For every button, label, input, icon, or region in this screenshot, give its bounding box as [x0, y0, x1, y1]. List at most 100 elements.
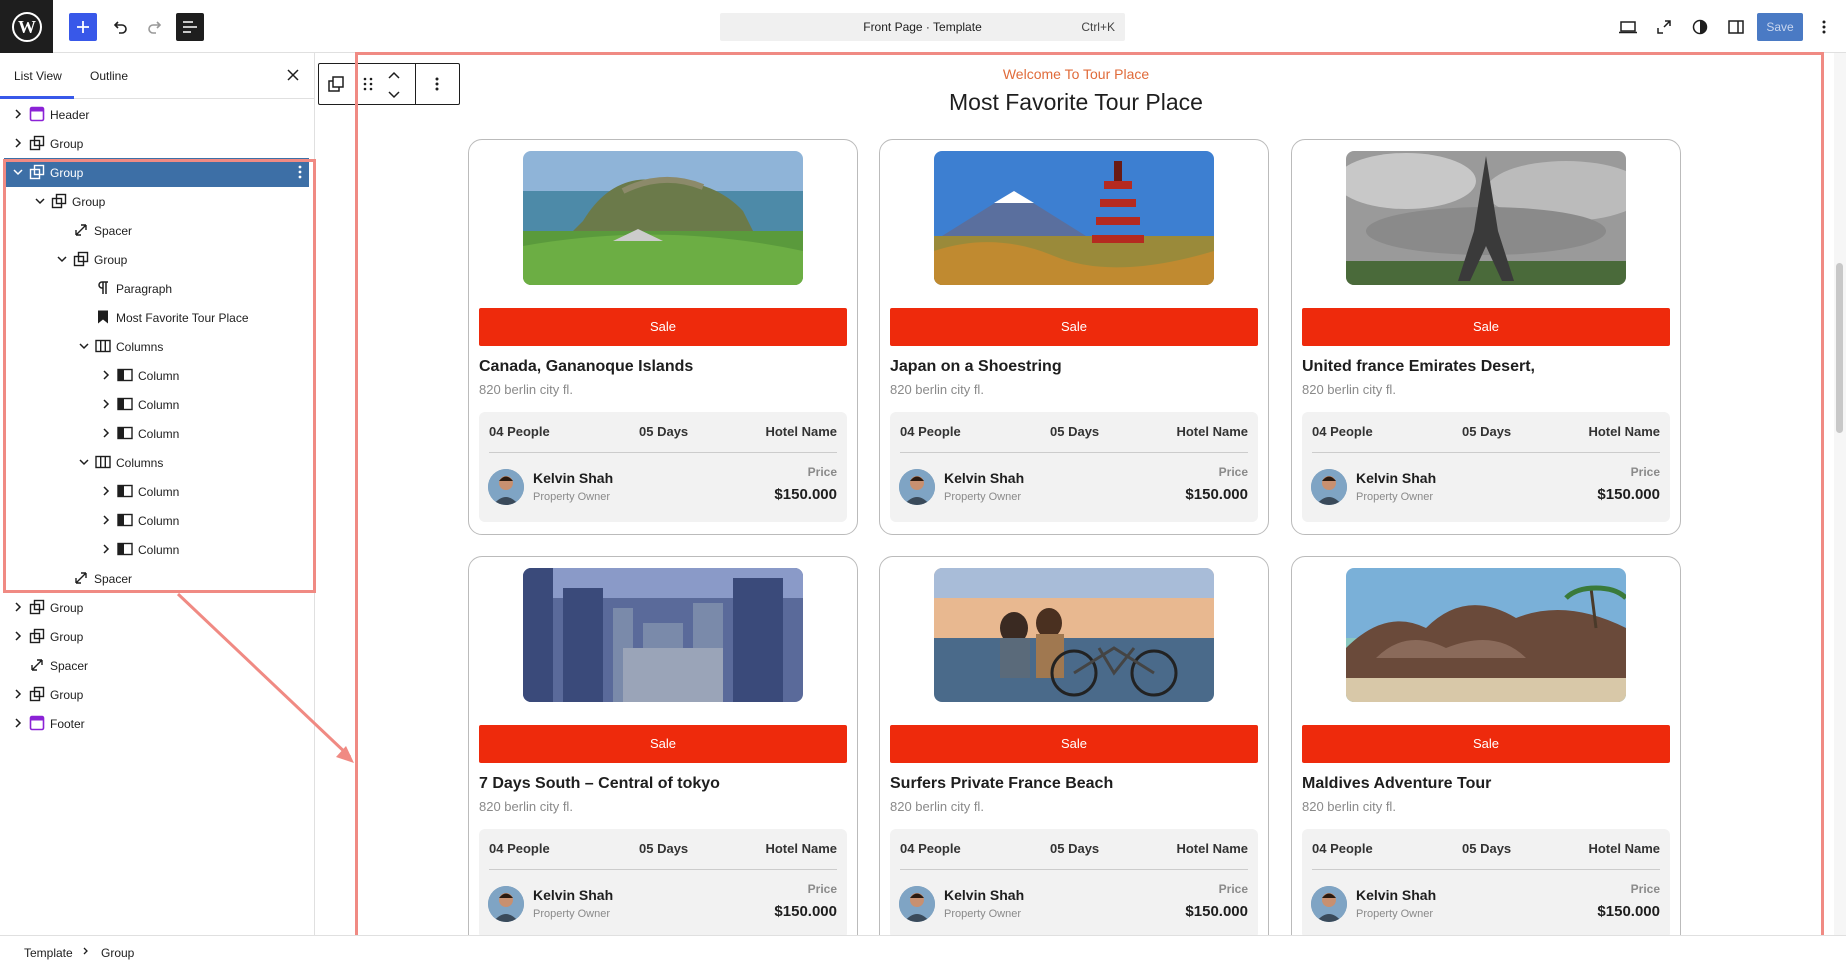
sidebar-item-spacer[interactable]: Spacer	[0, 564, 315, 593]
chevron-down-icon[interactable]	[56, 253, 68, 265]
tour-card[interactable]: Sale Japan on a Shoestring 820 berlin ci…	[879, 139, 1269, 535]
chevron-right-icon[interactable]	[12, 137, 24, 149]
chevron-right-icon[interactable]	[12, 601, 24, 613]
sidebar-item-label: Most Favorite Tour Place	[116, 311, 249, 325]
tour-image[interactable]	[934, 151, 1214, 285]
view-page-button[interactable]	[1651, 14, 1677, 40]
sidebar-item-spacer[interactable]: Spacer	[0, 216, 315, 245]
sidebar-item-label: Group	[50, 601, 84, 615]
sidebar-item-column[interactable]: Column	[0, 361, 315, 390]
more-vertical-icon[interactable]	[298, 165, 302, 179]
sale-button[interactable]: Sale	[1302, 725, 1670, 763]
tour-name[interactable]: Surfers Private France Beach	[890, 775, 1113, 793]
document-overview-button[interactable]	[176, 13, 204, 41]
tour-card[interactable]: Sale Surfers Private France Beach 820 be…	[879, 556, 1269, 952]
add-block-button[interactable]	[69, 13, 97, 41]
sidebar-item-column[interactable]: Column	[0, 506, 315, 535]
tour-info-box: 04 People 05 Days Hotel Name Kelvin Shah…	[1302, 412, 1670, 522]
styles-button[interactable]	[1687, 14, 1713, 40]
tour-image[interactable]	[523, 568, 803, 702]
sidebar-item-column[interactable]: Column	[0, 390, 315, 419]
sale-button[interactable]: Sale	[890, 308, 1258, 346]
block-options-button[interactable]	[435, 77, 441, 93]
close-icon[interactable]	[285, 67, 301, 83]
tab-outline[interactable]: Outline	[90, 69, 128, 83]
chevron-right-icon[interactable]	[100, 485, 112, 497]
tour-image[interactable]	[1346, 568, 1626, 702]
sidebar-item-header[interactable]: Header	[0, 100, 315, 129]
section-title[interactable]: Most Favorite Tour Place	[716, 89, 1436, 116]
chevron-right-icon[interactable]	[100, 369, 112, 381]
tour-card[interactable]: Sale United france Emirates Desert, 820 …	[1291, 139, 1681, 535]
chevron-up-down-icon	[388, 71, 400, 99]
sidebar-item-column[interactable]: Column	[0, 419, 315, 448]
tour-card[interactable]: Sale 7 Days South – Central of tokyo 820…	[468, 556, 858, 952]
sale-button[interactable]: Sale	[479, 308, 847, 346]
drag-handle[interactable]	[363, 77, 375, 93]
tour-name[interactable]: 7 Days South – Central of tokyo	[479, 775, 720, 793]
chevron-right-icon[interactable]	[100, 427, 112, 439]
sidebar-item-footer[interactable]: Footer	[0, 709, 315, 738]
sidebar-item-column[interactable]: Column	[0, 535, 315, 564]
chevron-down-icon[interactable]	[78, 340, 90, 352]
wordpress-logo[interactable]: W	[0, 0, 53, 53]
tour-card[interactable]: Sale Canada, Gananoque Islands 820 berli…	[468, 139, 858, 535]
group-icon	[328, 76, 344, 92]
command-palette-button[interactable]: Front Page · Template Ctrl+K	[720, 13, 1125, 41]
settings-button[interactable]	[1723, 14, 1749, 40]
redo-button[interactable]	[141, 13, 169, 41]
sidebar-item-group[interactable]: Group	[0, 593, 315, 622]
chevron-right-icon[interactable]	[100, 543, 112, 555]
block-type-button[interactable]	[327, 75, 345, 93]
tour-name[interactable]: United france Emirates Desert,	[1302, 358, 1535, 376]
tour-image[interactable]	[523, 151, 803, 285]
tour-name[interactable]: Japan on a Shoestring	[890, 358, 1062, 376]
canvas-scrollbar[interactable]	[1834, 53, 1846, 945]
scrollbar-thumb[interactable]	[1836, 263, 1843, 433]
tab-list-view[interactable]: List View	[14, 69, 62, 83]
sidebar-item-most-favorite-tour-place[interactable]: Most Favorite Tour Place	[0, 303, 315, 332]
owner-role: Property Owner	[1356, 908, 1434, 920]
hotel-name: Hotel Name	[1176, 424, 1248, 439]
chevron-down-icon[interactable]	[12, 166, 24, 178]
chevron-right-icon[interactable]	[12, 717, 24, 729]
tour-name[interactable]: Maldives Adventure Tour	[1302, 775, 1491, 793]
tour-name[interactable]: Canada, Gananoque Islands	[479, 358, 693, 376]
chevron-right-icon[interactable]	[12, 108, 24, 120]
save-button[interactable]: Save	[1757, 13, 1803, 41]
tour-image[interactable]	[934, 568, 1214, 702]
list-view-sidebar: List View Outline Header Group Group Group S…	[0, 53, 315, 935]
move-buttons[interactable]	[387, 70, 401, 100]
sale-button[interactable]: Sale	[890, 725, 1258, 763]
chevron-right-icon[interactable]	[100, 398, 112, 410]
undo-button[interactable]	[106, 13, 134, 41]
sidebar-item-columns[interactable]: Columns	[0, 448, 315, 477]
sidebar-item-column[interactable]: Column	[0, 477, 315, 506]
chevron-right-icon[interactable]	[12, 688, 24, 700]
chevron-right-icon[interactable]	[100, 514, 112, 526]
days-count: 05 Days	[1462, 841, 1512, 856]
chevron-down-icon[interactable]	[78, 456, 90, 468]
section-subtitle[interactable]: Welcome To Tour Place	[716, 66, 1436, 82]
breadcrumb-template[interactable]: Template	[24, 946, 73, 960]
sidebar-item-group[interactable]: Group	[0, 245, 315, 274]
tour-card[interactable]: Sale Maldives Adventure Tour 820 berlin …	[1291, 556, 1681, 952]
sidebar-item-group[interactable]: Group	[0, 129, 315, 158]
sale-button[interactable]: Sale	[1302, 308, 1670, 346]
sidebar-item-group[interactable]: Group	[0, 680, 315, 709]
tour-image[interactable]	[1346, 151, 1626, 285]
chevron-right-icon[interactable]	[12, 630, 24, 642]
chevron-down-icon[interactable]	[34, 195, 46, 207]
hotel-name: Hotel Name	[1588, 424, 1660, 439]
sidebar-item-group[interactable]: Group	[0, 622, 315, 651]
sidebar-item-group[interactable]: Group	[0, 187, 315, 216]
options-button[interactable]	[1811, 14, 1837, 40]
sidebar-item-group[interactable]: Group	[4, 158, 309, 187]
sidebar-item-spacer[interactable]: Spacer	[0, 651, 315, 680]
sidebar-item-columns[interactable]: Columns	[0, 332, 315, 361]
sale-button[interactable]: Sale	[479, 725, 847, 763]
people-count: 04 People	[900, 841, 961, 856]
breadcrumb-group[interactable]: Group	[101, 946, 134, 960]
device-preview-button[interactable]	[1615, 14, 1641, 40]
sidebar-item-paragraph[interactable]: Paragraph	[0, 274, 315, 303]
